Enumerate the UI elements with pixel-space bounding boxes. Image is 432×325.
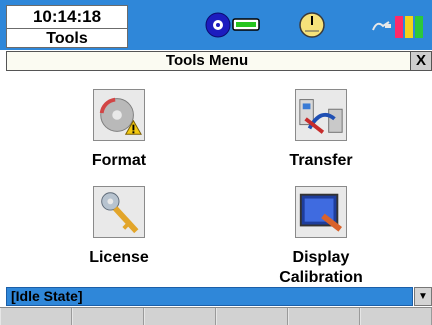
softkey-6[interactable] bbox=[360, 308, 432, 325]
menu-title: Tools Menu bbox=[165, 52, 249, 69]
softkey-row bbox=[0, 307, 432, 325]
scroll-down-button[interactable]: ▼ bbox=[414, 287, 432, 306]
top-status-bar: 10:14:18 Tools bbox=[0, 0, 432, 50]
cd-usb-icon bbox=[205, 12, 260, 38]
clock: 10:14:18 bbox=[32, 7, 102, 26]
softkey-2[interactable] bbox=[72, 308, 144, 325]
menu-item-label-line2: Calibration bbox=[279, 269, 363, 286]
menu-item-label: Transfer bbox=[289, 152, 353, 169]
menu-title-bar: Tools Menu X bbox=[6, 51, 432, 71]
menu-item-format[interactable]: Format bbox=[44, 89, 194, 171]
softkey-1[interactable] bbox=[0, 308, 72, 325]
status-bar: [Idle State] bbox=[6, 287, 413, 306]
display-calibration-icon bbox=[295, 186, 347, 238]
softkey-3[interactable] bbox=[144, 308, 216, 325]
status-text: [Idle State] bbox=[11, 288, 83, 304]
close-button[interactable]: X bbox=[410, 51, 432, 71]
battery-power-icon bbox=[372, 16, 423, 38]
menu-item-label: License bbox=[89, 249, 149, 266]
menu-item-label: Format bbox=[91, 152, 147, 169]
license-key-icon bbox=[93, 186, 145, 238]
softkey-4[interactable] bbox=[216, 308, 288, 325]
menu-item-label: Display Calibration bbox=[246, 248, 396, 288]
time-mode-box: 10:14:18 Tools bbox=[6, 5, 128, 48]
meter-gauge-icon bbox=[299, 12, 325, 38]
device-screen: 10:14:18 Tools Tools Menu X Format Trans… bbox=[0, 0, 432, 325]
transfer-icon bbox=[295, 89, 347, 141]
softkey-5[interactable] bbox=[288, 308, 360, 325]
menu-item-display-calibration[interactable]: Display Calibration bbox=[246, 186, 396, 288]
current-mode: Tools bbox=[7, 28, 127, 48]
menu-item-license[interactable]: License bbox=[44, 186, 194, 268]
menu-item-label-line1: Display bbox=[292, 249, 350, 266]
menu-item-transfer[interactable]: Transfer bbox=[246, 89, 396, 171]
format-disk-icon bbox=[93, 89, 145, 141]
